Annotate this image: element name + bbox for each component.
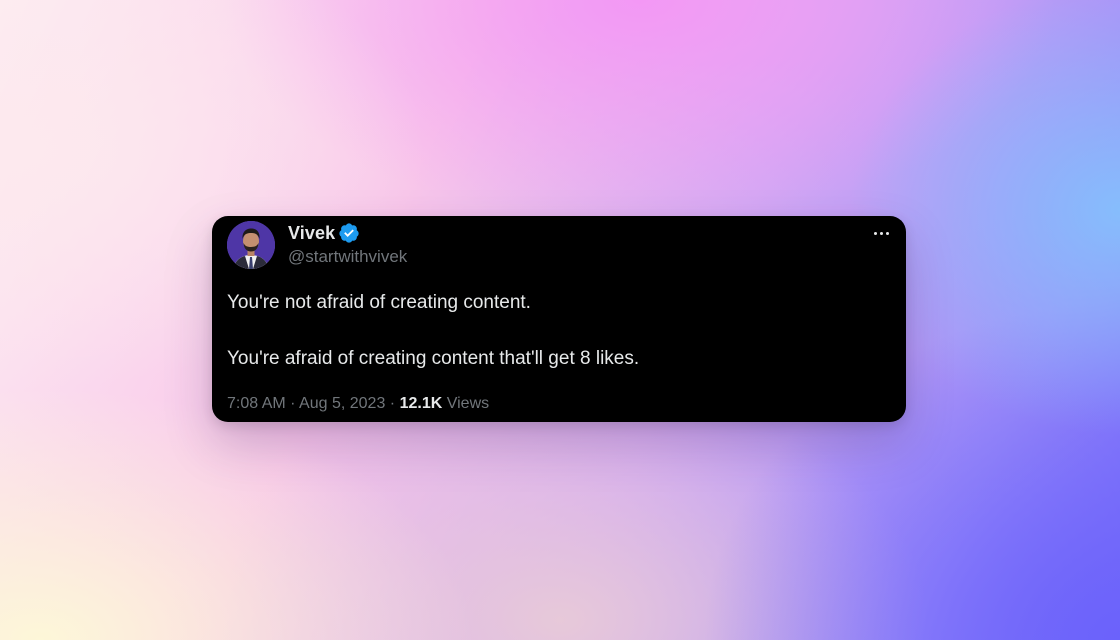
tweet-metadata: 7:08 AM · Aug 5, 2023 · 12.1K Views <box>227 394 489 414</box>
author-display-name[interactable]: Vivek <box>288 223 335 243</box>
tweet-card: Vivek @startwithvivek You're not afraid … <box>212 216 906 422</box>
views-count: 12.1K <box>399 395 443 412</box>
more-horizontal-icon <box>873 231 877 235</box>
avatar[interactable] <box>227 221 275 269</box>
tweet-time[interactable]: 7:08 AM <box>227 395 286 412</box>
separator: · <box>290 395 296 412</box>
more-horizontal-icon <box>879 231 883 235</box>
tweet-date[interactable]: Aug 5, 2023 <box>299 395 385 412</box>
verified-badge-icon <box>339 223 359 243</box>
separator: · <box>389 395 396 412</box>
tweet-text-line: You're afraid of creating content that'l… <box>227 348 640 369</box>
more-horizontal-icon <box>885 231 889 235</box>
tweet-text-line: You're not afraid of creating content. <box>227 292 531 313</box>
author-handle[interactable]: @startwithvivek <box>288 247 407 267</box>
views-label: Views <box>446 395 490 412</box>
more-options-button[interactable] <box>870 224 892 242</box>
avatar-photo <box>227 221 275 269</box>
